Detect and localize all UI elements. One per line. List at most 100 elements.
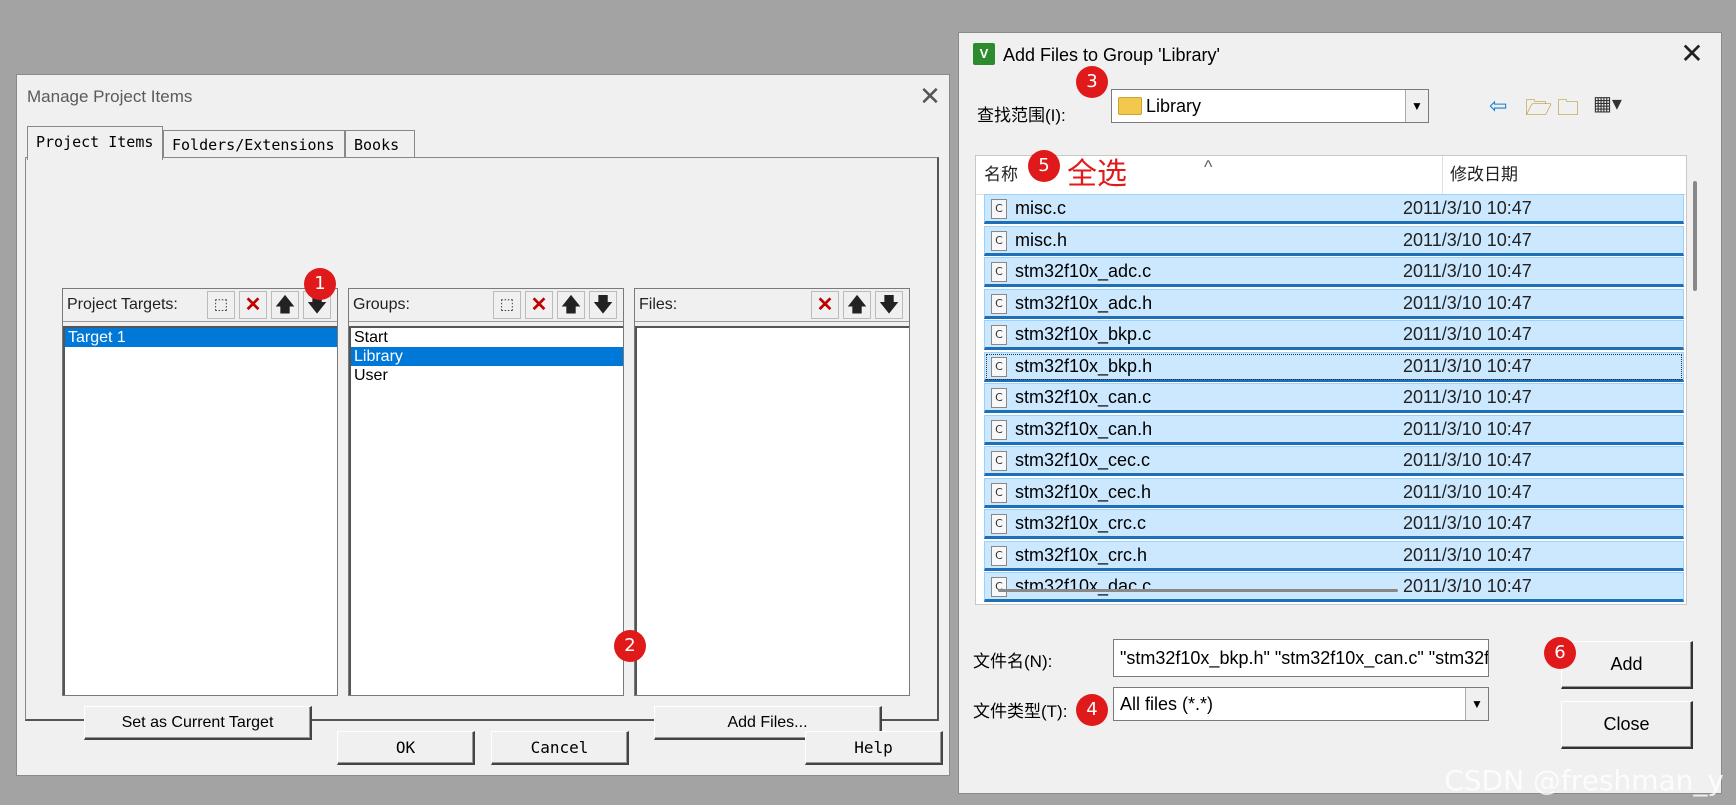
groups-label: Groups: xyxy=(353,296,410,313)
project-targets-label: Project Targets: xyxy=(67,296,178,313)
delete-group-icon[interactable]: ✕ xyxy=(525,291,553,319)
c-file-icon: C xyxy=(991,545,1007,566)
files-list[interactable] xyxy=(635,326,909,695)
column-name[interactable]: 名称 xyxy=(984,156,1018,194)
file-list[interactable]: 名称 ^ 修改日期 Cmisc.c 2011/3/10 10:47 Cmisc.h 2… xyxy=(975,155,1687,605)
file-row[interactable]: Cstm32f10x_adc.c 2011/3/10 10:47 xyxy=(984,257,1684,287)
project-targets-header: Project Targets: ⬚ ✕ 🡅 🡇 xyxy=(63,289,337,322)
add-button[interactable]: Add xyxy=(1561,641,1693,689)
project-targets-list[interactable]: Target 1 xyxy=(63,326,337,695)
back-icon[interactable]: ⇦ xyxy=(1489,93,1507,119)
file-date: 2011/3/10 10:47 xyxy=(1403,513,1532,533)
move-down-icon[interactable]: 🡇 xyxy=(589,291,617,319)
file-row[interactable]: Cstm32f10x_cec.c 2011/3/10 10:47 xyxy=(984,446,1684,476)
step-badge: 3 xyxy=(1076,66,1108,98)
close-button[interactable]: Close xyxy=(1561,701,1693,749)
filename-value: "stm32f10x_bkp.h" "stm32f10x_can.c" "stm… xyxy=(1120,648,1489,668)
c-file-icon: C xyxy=(991,419,1007,440)
close-icon[interactable]: ✕ xyxy=(1675,37,1709,70)
list-item[interactable]: User xyxy=(351,366,623,385)
file-row[interactable]: Cstm32f10x_crc.h 2011/3/10 10:47 xyxy=(984,540,1684,571)
move-down-icon[interactable]: 🡇 xyxy=(875,291,903,319)
new-target-icon[interactable]: ⬚ xyxy=(207,291,235,319)
cancel-button[interactable]: Cancel xyxy=(491,731,629,765)
file-row[interactable]: Cmisc.h 2011/3/10 10:47 xyxy=(984,225,1684,256)
file-name: stm32f10x_crc.c xyxy=(1015,513,1147,533)
filename-label: 文件名(N): xyxy=(973,652,1053,671)
tab-folders-extensions[interactable]: Folders/Extensions xyxy=(163,130,345,158)
filetype-select[interactable]: All files (*.*) ▼ xyxy=(1113,687,1489,721)
file-row[interactable]: Cstm32f10x_adc.h 2011/3/10 10:47 xyxy=(984,288,1684,319)
file-row[interactable]: Cstm32f10x_crc.c 2011/3/10 10:47 xyxy=(984,509,1684,539)
c-file-icon: C xyxy=(991,325,1007,345)
file-row[interactable]: Cstm32f10x_dac.c 2011/3/10 10:47 xyxy=(984,572,1684,602)
manage-project-items-dialog: Manage Project Items ✕ Project Items Fol… xyxy=(16,74,950,776)
app-icon: V xyxy=(973,43,995,65)
file-name: stm32f10x_bkp.c xyxy=(1015,324,1152,344)
move-up-icon[interactable]: 🡅 xyxy=(271,291,299,319)
file-date: 2011/3/10 10:47 xyxy=(1403,261,1532,281)
delete-file-icon[interactable]: ✕ xyxy=(811,291,839,319)
filetype-value: All files (*.*) xyxy=(1120,694,1214,714)
file-date: 2011/3/10 10:47 xyxy=(1403,576,1532,596)
file-date: 2011/3/10 10:47 xyxy=(1403,229,1532,250)
file-date: 2011/3/10 10:47 xyxy=(1403,450,1532,470)
files-label: Files: xyxy=(639,296,678,313)
move-up-icon[interactable]: 🡅 xyxy=(557,291,585,319)
dialog-title: Manage Project Items xyxy=(27,87,193,106)
horizontal-scrollbar[interactable] xyxy=(998,589,1398,592)
file-name: stm32f10x_dac.c xyxy=(1015,576,1152,596)
file-date: 2011/3/10 10:47 xyxy=(1403,355,1532,376)
c-file-icon: C xyxy=(991,356,1007,377)
c-file-icon: C xyxy=(991,199,1007,219)
list-item[interactable]: Start xyxy=(351,328,623,347)
tab-project-items[interactable]: Project Items xyxy=(27,126,163,160)
project-targets-panel: Project Targets: ⬚ ✕ 🡅 🡇 Target 1 xyxy=(62,288,338,696)
file-row[interactable]: Cstm32f10x_can.h 2011/3/10 10:47 xyxy=(984,414,1684,445)
add-files-dialog: V Add Files to Group 'Library' ✕ 查找范围(I)… xyxy=(958,32,1722,794)
files-panel: Files: ✕ 🡅 🡇 xyxy=(634,288,910,696)
file-name: stm32f10x_can.c xyxy=(1015,387,1152,407)
view-menu-icon[interactable]: ▦▾ xyxy=(1593,91,1622,116)
file-row[interactable]: Cstm32f10x_bkp.c 2011/3/10 10:47 xyxy=(984,320,1684,350)
file-name: stm32f10x_can.h xyxy=(1015,418,1153,439)
groups-header: Groups: ⬚ ✕ 🡅 🡇 xyxy=(349,289,623,322)
list-item[interactable]: Library xyxy=(351,347,623,366)
file-row[interactable]: Cmisc.c 2011/3/10 10:47 xyxy=(984,194,1684,224)
set-as-current-target-button[interactable]: Set as Current Target xyxy=(84,706,312,740)
move-up-icon[interactable]: 🡅 xyxy=(843,291,871,319)
file-date: 2011/3/10 10:47 xyxy=(1403,544,1532,565)
column-divider xyxy=(1442,156,1443,194)
new-folder-icon[interactable]: 🗀 xyxy=(1557,91,1579,129)
chevron-down-icon[interactable]: ▼ xyxy=(1465,688,1488,720)
close-icon[interactable]: ✕ xyxy=(915,81,945,112)
filetype-label: 文件类型(T): xyxy=(973,702,1068,721)
file-row[interactable]: Cstm32f10x_bkp.h 2011/3/10 10:47 xyxy=(984,351,1684,382)
delete-target-icon[interactable]: ✕ xyxy=(239,291,267,319)
list-item[interactable]: Target 1 xyxy=(65,328,337,347)
file-name: stm32f10x_cec.h xyxy=(1015,481,1152,502)
ok-button[interactable]: OK xyxy=(337,731,475,765)
file-name: misc.h xyxy=(1015,229,1068,250)
column-date[interactable]: 修改日期 xyxy=(1450,156,1518,194)
help-button[interactable]: Help xyxy=(805,731,943,765)
dialog-title: Add Files to Group 'Library' xyxy=(1003,45,1220,65)
new-group-icon[interactable]: ⬚ xyxy=(493,291,521,319)
file-date: 2011/3/10 10:47 xyxy=(1403,418,1532,439)
files-header: Files: ✕ 🡅 🡇 xyxy=(635,289,909,322)
file-row[interactable]: Cstm32f10x_cec.h 2011/3/10 10:47 xyxy=(984,477,1684,508)
step-badge: 5 xyxy=(1028,150,1060,182)
up-folder-icon[interactable]: 🗁 xyxy=(1525,91,1552,129)
look-in-select[interactable]: Library ▼ xyxy=(1111,89,1429,123)
c-file-icon: C xyxy=(991,514,1007,534)
tab-books[interactable]: Books xyxy=(345,130,415,158)
filename-input[interactable]: "stm32f10x_bkp.h" "stm32f10x_can.c" "stm… xyxy=(1113,639,1489,677)
file-name: stm32f10x_adc.h xyxy=(1015,292,1153,313)
c-file-icon: C xyxy=(991,451,1007,471)
chevron-down-icon[interactable]: ▼ xyxy=(1405,90,1428,122)
vertical-scrollbar[interactable] xyxy=(1693,181,1697,291)
file-row[interactable]: Cstm32f10x_can.c 2011/3/10 10:47 xyxy=(984,383,1684,413)
folder-icon xyxy=(1118,97,1142,115)
groups-panel: Groups: ⬚ ✕ 🡅 🡇 Start Library User xyxy=(348,288,624,696)
groups-list[interactable]: Start Library User xyxy=(349,326,623,695)
